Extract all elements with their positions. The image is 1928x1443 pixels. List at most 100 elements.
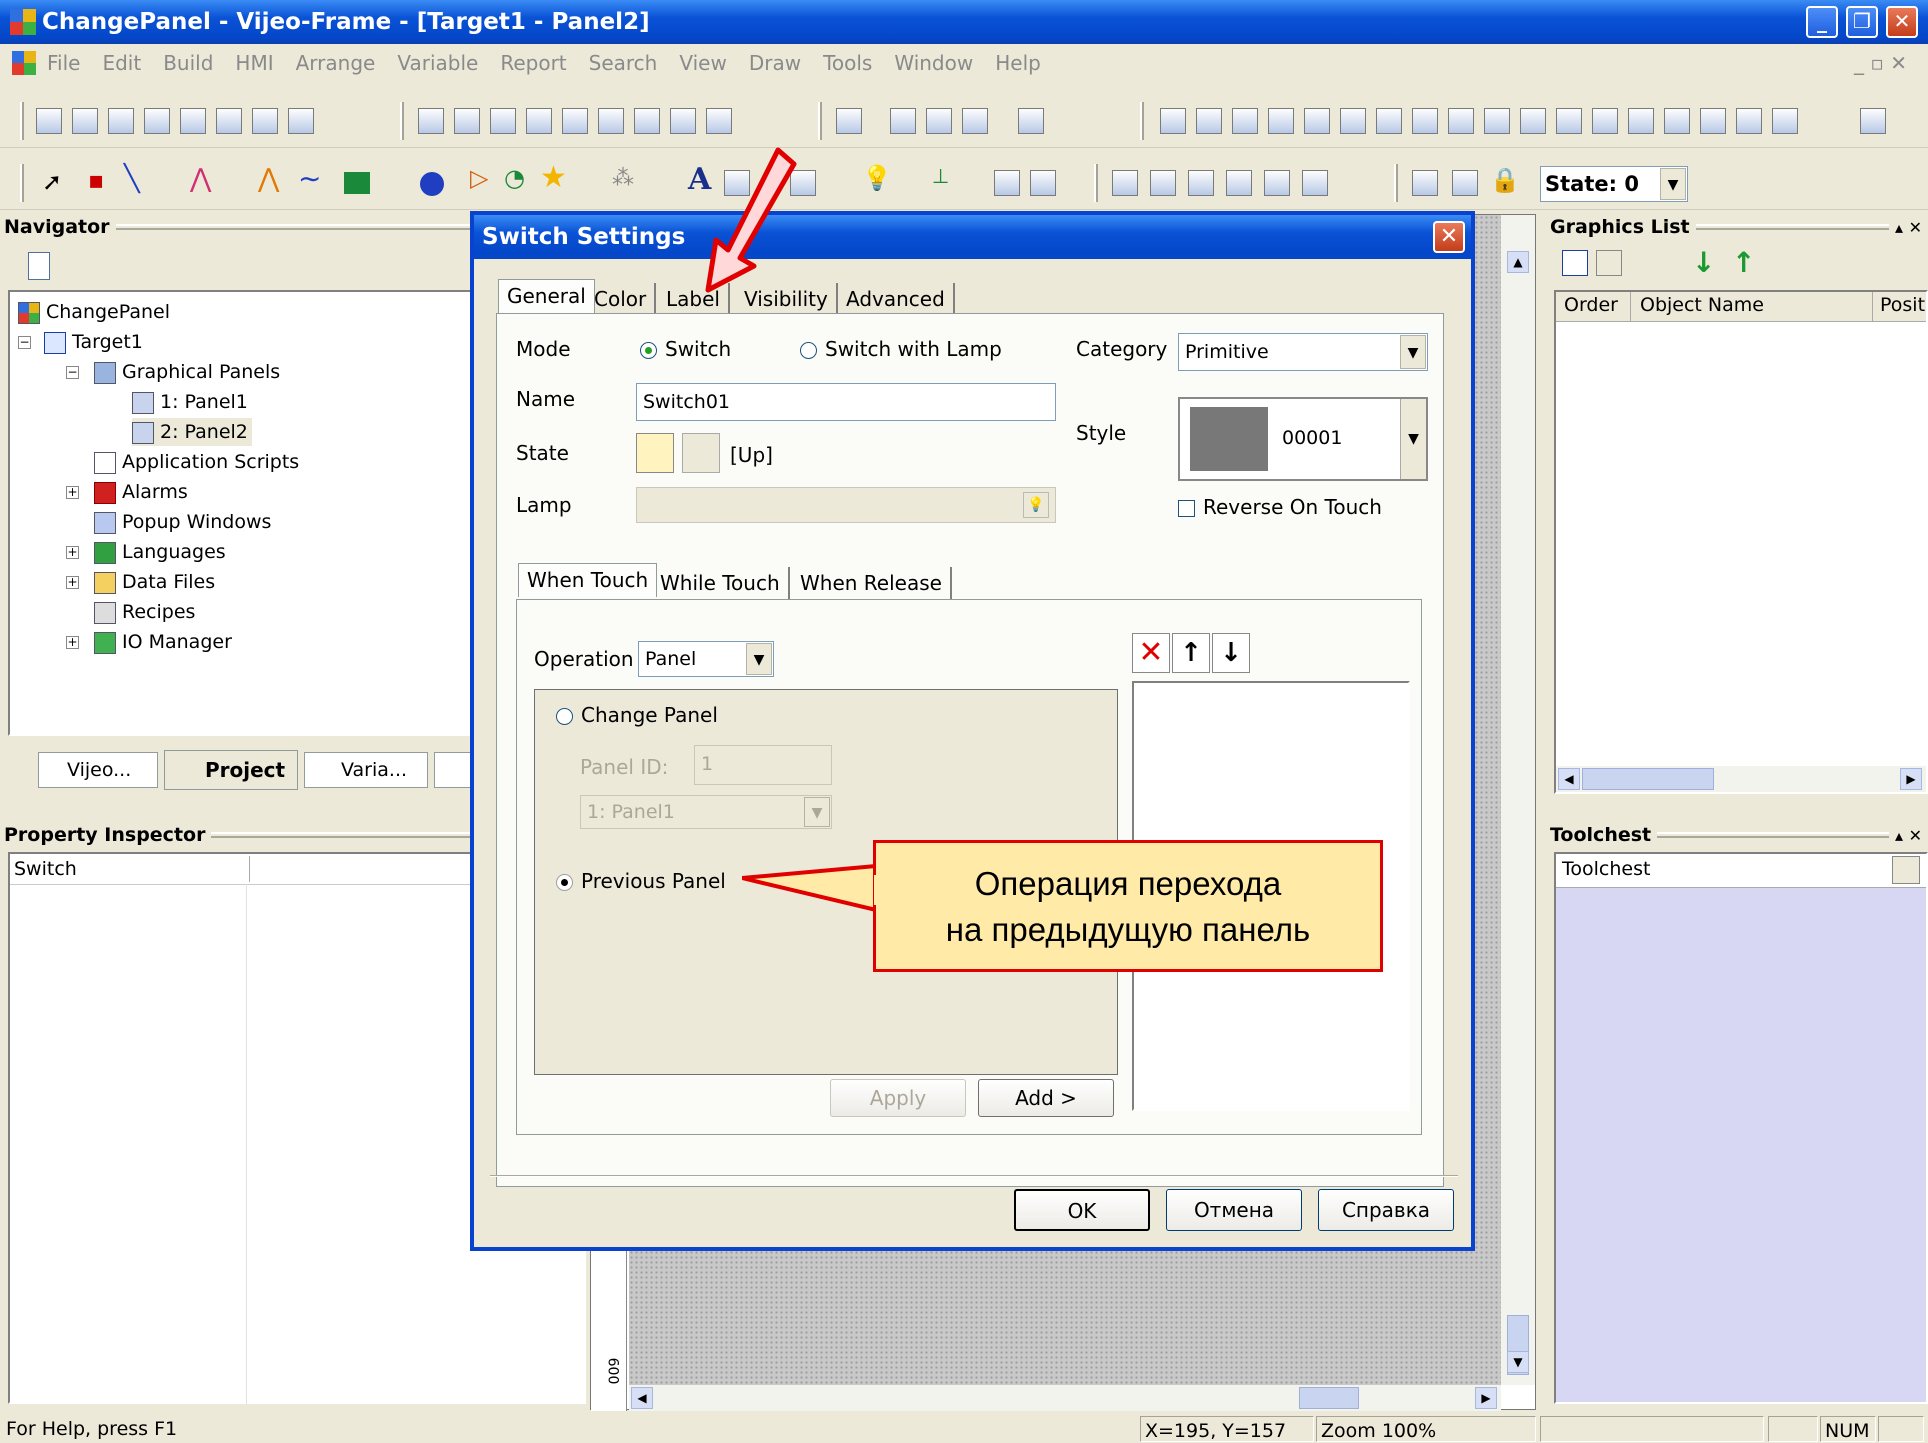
new-icon[interactable] xyxy=(36,108,62,134)
panel-controls[interactable]: ▴ ✕ xyxy=(1895,218,1928,237)
menu-search[interactable]: Search xyxy=(578,51,669,75)
space-vertical-icon[interactable] xyxy=(1556,108,1582,134)
view-icon-6[interactable] xyxy=(1302,170,1328,196)
tree-item-changepanel[interactable]: ChangePanel xyxy=(18,298,170,326)
delete-icon[interactable] xyxy=(634,108,660,134)
zoom-out-icon[interactable] xyxy=(926,108,952,134)
add-button[interactable]: Add > xyxy=(978,1079,1114,1117)
mdi-controls[interactable]: _ ▫ ✕ xyxy=(1843,51,1918,75)
pointer-icon[interactable]: ➚ xyxy=(42,168,62,196)
tree-item-alarms[interactable]: Alarms xyxy=(94,478,188,506)
tree-item-panel1[interactable]: 1: Panel1 xyxy=(132,388,248,416)
chevron-down-icon[interactable]: ▼ xyxy=(1400,399,1426,479)
expand-icon[interactable]: + xyxy=(66,636,79,649)
menu-help[interactable]: Help xyxy=(984,51,1052,75)
view-icon-5[interactable] xyxy=(1264,170,1290,196)
view-icon-4[interactable] xyxy=(1226,170,1252,196)
tree-item-panel2[interactable]: 2: Panel2 xyxy=(132,418,252,446)
zoom-in-icon[interactable] xyxy=(890,108,916,134)
order-icon[interactable] xyxy=(1772,108,1798,134)
menu-view[interactable]: View xyxy=(668,51,737,75)
paste-special-icon[interactable] xyxy=(598,108,624,134)
ungroup-icon[interactable] xyxy=(1268,108,1294,134)
send-back-icon[interactable] xyxy=(1196,108,1222,134)
scroll-down-icon[interactable]: ▼ xyxy=(1507,1351,1529,1373)
scroll-left-icon[interactable]: ◀ xyxy=(631,1387,653,1409)
move-up-icon[interactable]: ↑ xyxy=(1732,246,1755,279)
tab-advanced[interactable]: Advanced xyxy=(838,283,955,317)
chevron-down-icon[interactable]: ▼ xyxy=(1660,168,1686,200)
cut-icon[interactable] xyxy=(490,108,516,134)
change-panel-radio[interactable]: Change Panel xyxy=(556,703,718,727)
tree-item-io-manager[interactable]: IO Manager xyxy=(94,628,232,656)
state-up-button[interactable] xyxy=(636,433,674,473)
cancel-button[interactable]: Отмена xyxy=(1166,1189,1302,1231)
minimize-button[interactable]: _ xyxy=(1806,6,1838,38)
dialog-close-button[interactable]: ✕ xyxy=(1433,221,1465,253)
open-icon[interactable] xyxy=(72,108,98,134)
col-object-name[interactable]: Object Name xyxy=(1640,294,1764,316)
tree-item-target1[interactable]: Target1 xyxy=(44,328,143,356)
state-select[interactable]: State: 0 ▼ xyxy=(1540,166,1688,202)
h-scroll-thumb[interactable] xyxy=(1299,1387,1359,1409)
upload-icon[interactable] xyxy=(252,108,278,134)
polygon-icon[interactable]: ⋀ xyxy=(258,164,279,194)
tree-item-graphical-panels[interactable]: Graphical Panels xyxy=(94,358,280,386)
properties-icon[interactable] xyxy=(706,108,732,134)
collapse-icon[interactable]: − xyxy=(66,366,79,379)
tree-config-icon[interactable] xyxy=(1892,856,1920,884)
edit-icon[interactable] xyxy=(1562,250,1588,276)
lamp-icon[interactable]: 💡 xyxy=(862,164,892,192)
transfer-icon[interactable] xyxy=(288,108,314,134)
curve-icon[interactable]: ∼ xyxy=(298,162,321,195)
more-icon[interactable] xyxy=(1860,108,1886,134)
copy-icon[interactable] xyxy=(526,108,552,134)
dot-icon[interactable]: ▪ xyxy=(88,166,104,194)
menu-file[interactable]: File xyxy=(36,51,91,75)
view-icon-2[interactable] xyxy=(1150,170,1176,196)
style-selector[interactable]: 00001 ▼ xyxy=(1178,397,1428,481)
scroll-right-icon[interactable]: ▶ xyxy=(1900,768,1922,790)
delete-action-button[interactable]: ✕ xyxy=(1132,633,1170,673)
group-icon[interactable] xyxy=(1232,108,1258,134)
same-height-icon[interactable] xyxy=(1628,108,1654,134)
state-switch-icon[interactable] xyxy=(1412,170,1438,196)
space-horizontal-icon[interactable] xyxy=(1520,108,1546,134)
move-down-icon[interactable]: ↓ xyxy=(1692,246,1715,279)
bring-front-icon[interactable] xyxy=(1160,108,1186,134)
paste-icon[interactable] xyxy=(562,108,588,134)
tree-item-scripts[interactable]: Application Scripts xyxy=(94,448,299,476)
line-icon[interactable]: ╲ xyxy=(124,164,140,194)
find-icon[interactable] xyxy=(670,108,696,134)
view-icon-1[interactable] xyxy=(1112,170,1138,196)
help-button[interactable]: Справка xyxy=(1318,1189,1454,1231)
restore-button[interactable]: ❐ xyxy=(1846,6,1878,38)
tab-extra[interactable] xyxy=(434,752,474,788)
align-center-icon[interactable] xyxy=(1448,108,1474,134)
undo-icon[interactable] xyxy=(418,108,444,134)
numeric-icon[interactable]: ⊥ xyxy=(932,164,949,188)
menu-variable[interactable]: Variable xyxy=(386,51,489,75)
align-bottom-icon[interactable] xyxy=(1412,108,1438,134)
document-icon[interactable] xyxy=(28,252,50,280)
center-icon[interactable] xyxy=(1736,108,1762,134)
fit-icon[interactable] xyxy=(962,108,988,134)
ok-button[interactable]: OK xyxy=(1014,1189,1150,1231)
expand-icon[interactable]: + xyxy=(66,486,79,499)
toolchest-selector[interactable]: Toolchest xyxy=(1556,854,1926,888)
arc-icon[interactable]: ▷ xyxy=(470,164,488,192)
pie-icon[interactable]: ◔ xyxy=(504,164,525,192)
menu-draw[interactable]: Draw xyxy=(738,51,812,75)
chevron-down-icon[interactable]: ▼ xyxy=(1400,335,1426,369)
tab-general[interactable]: General xyxy=(498,279,595,313)
build-icon[interactable] xyxy=(180,108,206,134)
vertical-scrollbar[interactable]: ▲ ▼ xyxy=(1501,215,1535,1385)
expand-icon[interactable]: + xyxy=(66,576,79,589)
horizontal-scrollbar[interactable]: ◀ ▶ xyxy=(629,1385,1501,1411)
lock-icon[interactable]: 🔒 xyxy=(1490,166,1520,194)
tab-vijeo[interactable]: Vijeo... xyxy=(38,752,158,788)
align-middle-icon[interactable] xyxy=(1484,108,1510,134)
category-select[interactable]: Primitive ▼ xyxy=(1178,333,1428,371)
align-top-icon[interactable] xyxy=(1376,108,1402,134)
tab-when-touch[interactable]: When Touch xyxy=(518,563,658,597)
